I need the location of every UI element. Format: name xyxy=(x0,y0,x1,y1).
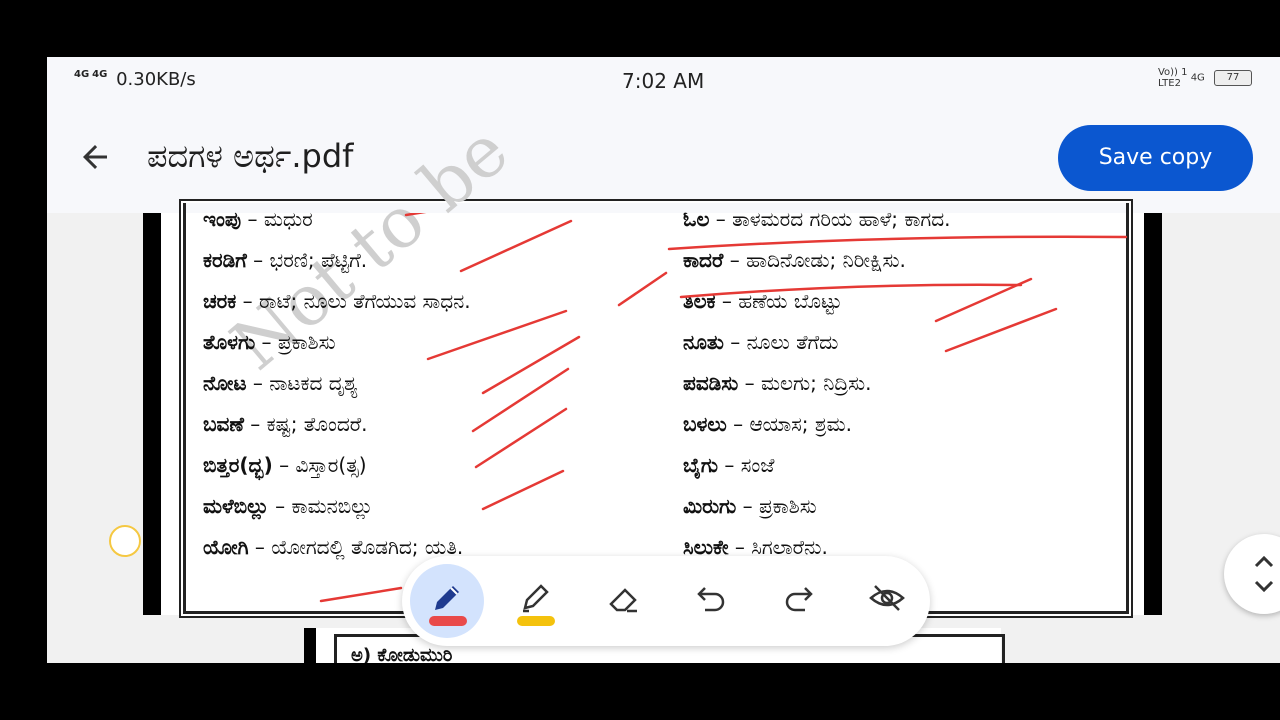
ink-stroke xyxy=(481,469,565,511)
fast-scroll-handle[interactable] xyxy=(1224,534,1280,614)
status-bar: 4G 4G 0.30KB/s 7:02 AM Vo)) 1 LTE2 4G 77 xyxy=(47,57,1280,105)
ink-stroke xyxy=(319,586,403,603)
arrow-left-icon[interactable] xyxy=(77,139,113,175)
clock: 7:02 AM xyxy=(622,69,705,93)
ink-stroke xyxy=(404,213,427,217)
network-1-label: 4G xyxy=(74,69,90,80)
redo-button[interactable] xyxy=(762,564,836,638)
ink-stroke xyxy=(944,307,1058,353)
undo-icon xyxy=(697,587,725,612)
ink-stroke xyxy=(679,283,1023,299)
page-paper: Not to be ಇಂಪು – ಮಧುರ ಕರಡಿಗೆ – ಭರಣಿ; ಪೆಟ್… xyxy=(161,109,1144,615)
document-title: ಪದಗಳ ಅರ್ಥ.pdf xyxy=(147,137,354,175)
redo-icon xyxy=(785,587,813,612)
next-page-text: ಅ) ಕೋಡುಮುರಿ xyxy=(351,645,453,663)
hide-annotations-button[interactable] xyxy=(850,564,924,638)
lte-label: LTE2 xyxy=(1157,78,1181,89)
ink-stroke xyxy=(459,219,573,273)
pen-color-swatch xyxy=(429,616,467,626)
eraser-tool-button[interactable] xyxy=(586,564,660,638)
ink-stroke xyxy=(667,235,1128,251)
annotation-toolbar xyxy=(402,556,930,646)
ink-stroke xyxy=(426,309,568,361)
ink-annotations xyxy=(319,213,1128,603)
pdf-page: Not to be ಇಂಪು – ಮಧುರ ಕರಡಿಗೆ – ಭರಣಿ; ಪೆಟ್… xyxy=(143,109,1162,615)
volte-label: Vo)) 1 xyxy=(1157,67,1188,78)
eraser-icon xyxy=(609,588,637,613)
data-speed: 0.30KB/s xyxy=(116,69,196,90)
highlighter-icon xyxy=(523,584,549,613)
undo-button[interactable] xyxy=(674,564,748,638)
phone-screen: 4G 4G 0.30KB/s 7:02 AM Vo)) 1 LTE2 4G 77 … xyxy=(47,57,1280,663)
net-type-label: 4G xyxy=(1190,72,1205,84)
hide-annotations-icon xyxy=(869,585,905,611)
ink-stroke xyxy=(617,271,668,307)
battery-icon: 77 xyxy=(1214,70,1252,86)
ink-stroke xyxy=(481,335,581,395)
ink-stroke xyxy=(471,367,570,433)
app-bar: ಪದಗಳ ಅರ್ಥ.pdf Save copy xyxy=(47,105,1280,213)
chevron-up-down-icon xyxy=(1254,555,1274,593)
pen-icon xyxy=(435,586,459,610)
highlighter-tool-button[interactable] xyxy=(498,564,572,638)
selection-handle[interactable] xyxy=(109,525,141,557)
highlighter-color-swatch xyxy=(517,616,555,626)
system-indicators: Vo)) 1 LTE2 4G 77 xyxy=(1158,67,1252,89)
network-indicator: 4G 4G 0.30KB/s xyxy=(74,69,196,90)
save-copy-button[interactable]: Save copy xyxy=(1058,125,1253,191)
network-2-label: 4G xyxy=(92,69,108,80)
ink-stroke xyxy=(474,407,568,469)
pen-tool-button[interactable] xyxy=(410,564,484,638)
